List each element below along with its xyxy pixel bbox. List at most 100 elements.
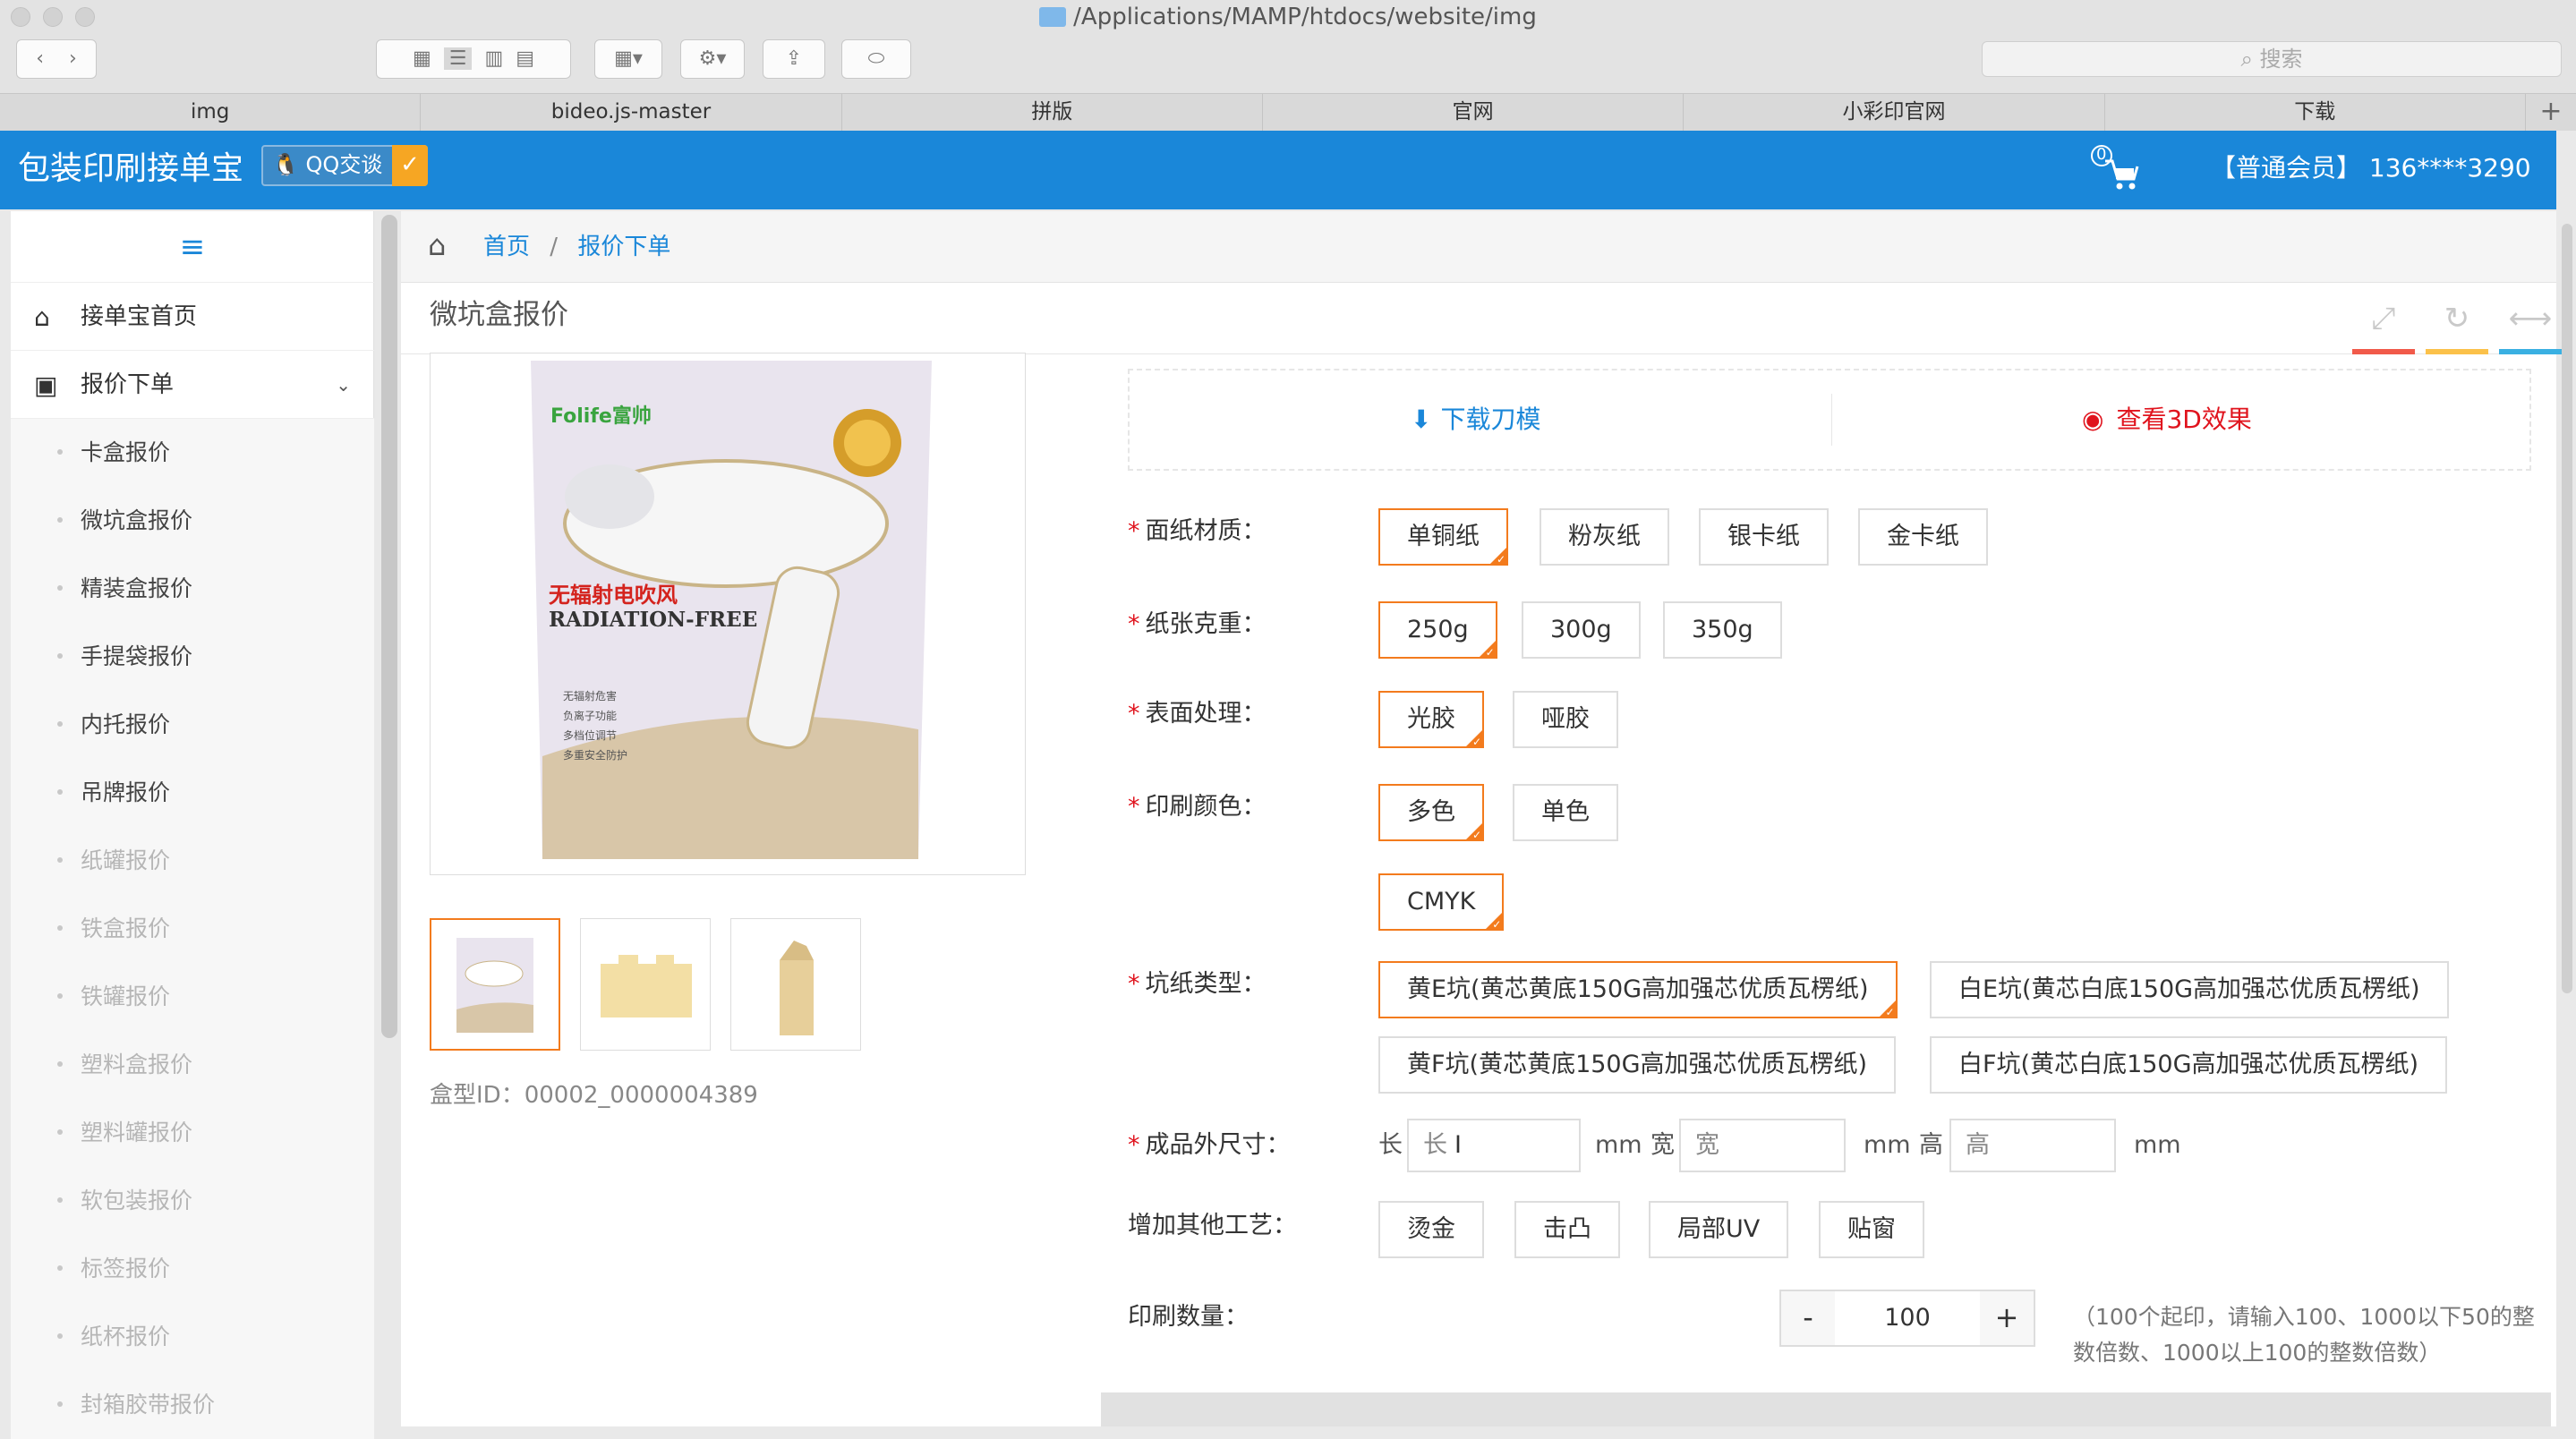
weight-option-250g[interactable]: 250g — [1378, 601, 1497, 659]
refresh-icon: ↻ — [2444, 301, 2470, 336]
paper-weight-label: * 纸张克重： — [1128, 610, 1267, 638]
sidebar-toggle-button[interactable]: ≡ — [11, 211, 374, 283]
length-input[interactable]: 长I — [1407, 1119, 1581, 1172]
arrange-button[interactable]: ▦▾ — [594, 39, 662, 79]
sidebar-subitem[interactable]: 精装盒报价 — [11, 555, 374, 623]
color-option-single[interactable]: 单色 — [1513, 784, 1618, 841]
product-image[interactable]: Folife富帅 无辐射电吹风 RADIATION-FREE 无辐射危害 负离子… — [430, 353, 1026, 875]
sidebar-subitem[interactable]: 纸罐报价 — [11, 827, 374, 895]
sidebar-subitem[interactable]: 铁盒报价 — [11, 895, 374, 963]
paper-option-grey[interactable]: 粉灰纸 — [1540, 508, 1669, 566]
home-icon[interactable]: ⌂ — [428, 229, 462, 261]
horizontal-scrollbar[interactable] — [1101, 1392, 2551, 1426]
share-button[interactable]: ⇪ — [763, 39, 825, 79]
member-info[interactable]: 【普通会员】 136****3290 — [2211, 150, 2531, 186]
page-scrollbar[interactable] — [2562, 224, 2572, 993]
sidebar-scrollbar[interactable] — [381, 215, 397, 1038]
sidebar-subitem[interactable]: 微坑盒报价 — [11, 487, 374, 555]
tags-button[interactable]: ⬭ — [841, 39, 911, 79]
refresh-button[interactable]: ↻ — [2426, 283, 2488, 354]
sidebar-item-quote-order[interactable]: ▣ 报价下单 ⌄ — [11, 351, 374, 419]
view3d-label: 查看3D效果 — [2116, 404, 2252, 434]
sidebar-subitem[interactable]: 塑料罐报价 — [11, 1099, 374, 1167]
thumbnail-product[interactable] — [430, 918, 560, 1051]
width-input[interactable]: 宽 — [1679, 1119, 1846, 1172]
paper-option-single-coated[interactable]: 单铜纸 — [1378, 508, 1508, 566]
thumbnail-dieline[interactable] — [580, 918, 711, 1051]
back-icon[interactable]: ‹ — [36, 47, 44, 70]
quantity-input[interactable]: 100 — [1837, 1291, 1978, 1345]
weight-option-300g[interactable]: 300g — [1522, 601, 1641, 659]
tab-img[interactable]: img — [0, 94, 422, 131]
view-mode-buttons[interactable]: ▦ ☰ ▥ ▤ — [376, 39, 571, 79]
tab-bideo[interactable]: bideo.js-master — [421, 94, 842, 131]
extra-option-hot-stamping[interactable]: 烫金 — [1378, 1201, 1484, 1258]
bullet-dot-icon — [57, 517, 63, 523]
sidebar: ≡ ⌂ 接单宝首页 ▣ 报价下单 ⌄ 卡盒报价 微坑盒报价 精装盒报价 手提袋报价 内托… — [11, 211, 374, 1439]
icon-view-icon[interactable]: ▦ — [413, 47, 431, 70]
gear-icon: ⚙▾ — [698, 47, 727, 70]
flute-option-white-e[interactable]: 白E坑(黄芯白底150G高加强芯优质瓦楞纸) — [1930, 961, 2449, 1018]
paper-option-gold[interactable]: 金卡纸 — [1858, 508, 1988, 566]
collapse-button[interactable]: ⟷ — [2499, 283, 2562, 354]
tab-xiaocaiyin[interactable]: 小彩印官网 — [1684, 94, 2105, 131]
chart-icon: ▣ — [34, 370, 58, 400]
forward-icon[interactable]: › — [69, 47, 77, 70]
sidebar-subitem[interactable]: 手提袋报价 — [11, 623, 374, 691]
sidebar-subitem[interactable]: 软包装报价 — [11, 1167, 374, 1235]
flute-option-white-f[interactable]: 白F坑(黄芯白底150G高加强芯优质瓦楞纸) — [1930, 1036, 2448, 1094]
tag-icon: ⬭ — [867, 47, 885, 70]
search-field[interactable]: ⌕ 搜索 — [1982, 41, 2562, 77]
app-brand: 包装印刷接单宝 — [18, 150, 244, 187]
new-tab-button[interactable]: + — [2526, 94, 2576, 131]
share-icon: ⇪ — [785, 47, 803, 70]
thumbnail-3d-box[interactable] — [730, 918, 861, 1051]
flute-option-yellow-f[interactable]: 黄F坑(黄芯黄底150G高加强芯优质瓦楞纸) — [1378, 1036, 1897, 1094]
tab-download[interactable]: 下载 — [2105, 94, 2526, 131]
sidebar-subitem[interactable]: 吊牌报价 — [11, 759, 374, 827]
paper-option-silver[interactable]: 银卡纸 — [1699, 508, 1829, 566]
sidebar-subitem[interactable]: 卡盒报价 — [11, 419, 374, 487]
search-icon: ⌕ — [2240, 47, 2253, 72]
surface-option-gloss[interactable]: 光胶 — [1378, 691, 1484, 748]
sidebar-subitem[interactable]: 内托报价 — [11, 691, 374, 759]
weight-option-350g[interactable]: 350g — [1663, 601, 1782, 659]
back-forward-buttons[interactable]: ‹ › — [16, 39, 97, 79]
bullet-dot-icon — [57, 925, 63, 931]
sidebar-item-home[interactable]: ⌂ 接单宝首页 — [11, 283, 374, 351]
list-view-icon[interactable]: ☰ — [443, 47, 473, 70]
product-brand: Folife富帅 — [550, 405, 652, 428]
extra-option-embossing[interactable]: 击凸 — [1514, 1201, 1620, 1258]
app-header: 包装印刷接单宝 🐧 QQ交谈 ✓ 0 【普通会员】 136****3290 — [0, 131, 2556, 209]
view-3d-button[interactable]: ◉ 查看3D效果 — [2082, 370, 2252, 469]
download-dieline-button[interactable]: ⬇ 下载刀模 — [1411, 370, 1540, 469]
fullscreen-button[interactable]: ⤢ — [2352, 283, 2415, 354]
tab-guanwang[interactable]: 官网 — [1263, 94, 1685, 131]
qq-chat-button[interactable]: 🐧 QQ交谈 ✓ — [261, 145, 428, 186]
bullet-dot-icon — [57, 721, 63, 727]
breadcrumb-home-link[interactable]: 首页 — [483, 234, 530, 260]
extra-option-spot-uv[interactable]: 局部UV — [1649, 1201, 1789, 1258]
increase-button[interactable]: + — [1980, 1291, 2034, 1345]
cover-flow-icon[interactable]: ▤ — [516, 47, 534, 70]
column-view-icon[interactable]: ▥ — [484, 47, 503, 70]
decrease-button[interactable]: - — [1781, 1291, 1835, 1345]
sidebar-subitem[interactable]: 塑料盒报价 — [11, 1031, 374, 1099]
height-input[interactable]: 高 — [1949, 1119, 2116, 1172]
sidebar-subitem[interactable]: 标签报价 — [11, 1235, 374, 1303]
quantity-label: 印刷数量： — [1128, 1303, 1249, 1331]
cart-button[interactable]: 0 — [2086, 143, 2139, 197]
sidebar-subitem[interactable]: 铁罐报价 — [11, 963, 374, 1031]
sidebar-subitem[interactable]: 纸杯报价 — [11, 1303, 374, 1371]
color-option-cmyk[interactable]: CMYK — [1378, 873, 1505, 931]
action-button[interactable]: ⚙▾ — [680, 39, 745, 79]
color-option-multi[interactable]: 多色 — [1378, 784, 1484, 841]
surface-option-matte[interactable]: 哑胶 — [1513, 691, 1618, 748]
width-label: 宽 — [1651, 1131, 1675, 1159]
flute-option-yellow-e[interactable]: 黄E坑(黄芯黄底150G高加强芯优质瓦楞纸) — [1378, 961, 1898, 1018]
extra-option-window[interactable]: 贴窗 — [1819, 1201, 1924, 1258]
breadcrumb-current[interactable]: 报价下单 — [577, 234, 670, 260]
bullet-dot-icon — [57, 857, 63, 863]
tab-pinban[interactable]: 拼版 — [842, 94, 1263, 131]
sidebar-subitem[interactable]: 封箱胶带报价 — [11, 1371, 374, 1439]
